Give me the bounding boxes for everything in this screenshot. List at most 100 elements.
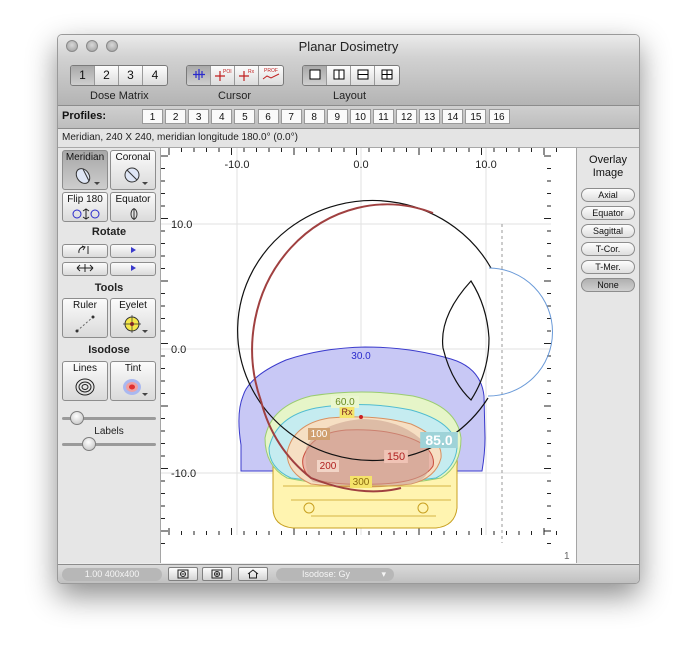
layout-four-pane-button[interactable] [375, 66, 399, 85]
equator-view-button[interactable]: Equator [110, 192, 156, 222]
profile-button-16[interactable]: 16 [488, 109, 510, 124]
planar-dosimetry-window: Planar Dosimetry 1 2 3 4 Dose Matrix POI… [57, 34, 640, 584]
overlay-option-none[interactable]: None [581, 278, 635, 292]
plot-corner-value: 1 [564, 551, 570, 562]
isodose-tint-button[interactable]: Tint [110, 361, 156, 401]
dose-matrix-option-4[interactable]: 4 [143, 66, 167, 85]
overlay-option-sagittal[interactable]: Sagittal [581, 224, 635, 238]
profile-button-2[interactable]: 2 [165, 109, 187, 124]
equator-icon [130, 208, 138, 220]
isodose-label-iso300: 300 [353, 477, 370, 488]
rotate-ccw-button[interactable] [62, 244, 108, 258]
dose-matrix-option-3[interactable]: 3 [119, 66, 143, 85]
labels-size-slider-knob[interactable] [82, 437, 96, 451]
dose-matrix-option-1[interactable]: 1 [71, 66, 95, 85]
profile-button-11[interactable]: 11 [373, 109, 394, 124]
ruler-label: Ruler [73, 300, 97, 311]
profiles-label: Profiles: [62, 110, 107, 122]
rotate-step-up-button[interactable] [110, 244, 156, 258]
dose-matrix-option-2[interactable]: 2 [95, 66, 119, 85]
status-bar: 1.00 400x400 Isodose: Gy ▾ [58, 564, 639, 583]
profile-button-15[interactable]: 15 [465, 109, 487, 124]
profile-button-14[interactable]: 14 [442, 109, 464, 124]
home-view-button[interactable] [238, 567, 268, 581]
profile-button-3[interactable]: 3 [188, 109, 210, 124]
dose-matrix-selector[interactable]: 1 2 3 4 [70, 65, 168, 86]
cursor-selector[interactable]: POI Rx PROF [186, 65, 284, 86]
flip-180-button[interactable]: Flip 180 [62, 192, 108, 222]
isodose-unit-dropdown[interactable]: Isodose: Gy ▾ [276, 568, 394, 581]
overlay-option-t-mer[interactable]: T-Mer. [581, 260, 635, 274]
x-tick-label: -10.0 [224, 159, 249, 171]
profile-button-13[interactable]: 13 [419, 109, 441, 124]
isodose-unit-value: Isodose: Gy [302, 569, 351, 579]
two-pane-icon [333, 69, 344, 80]
profile-button-9[interactable]: 9 [326, 109, 348, 124]
labels-size-slider[interactable] [62, 443, 156, 446]
zoom-out-button[interactable] [168, 567, 198, 581]
overlay-option-axial[interactable]: Axial [581, 188, 635, 202]
profile-button-6[interactable]: 6 [257, 109, 279, 124]
home-icon [247, 569, 259, 579]
overlay-image-heading: Overlay Image [577, 154, 639, 180]
x-tick-label: 0.0 [353, 159, 368, 171]
flip-icon [72, 208, 100, 220]
isodose-opacity-slider-knob[interactable] [70, 411, 84, 425]
rotate-mirror-button[interactable] [62, 262, 108, 276]
profile-button-7[interactable]: 7 [280, 109, 302, 124]
overlay-option-equator[interactable]: Equator [581, 206, 635, 220]
profile-button-8[interactable]: 8 [303, 109, 325, 124]
rotate-heading: Rotate [91, 226, 127, 238]
profile-button-1[interactable]: 1 [142, 109, 163, 124]
eyelet-tool-button[interactable]: Eyelet [110, 298, 156, 338]
rotate-step-down-button[interactable] [110, 262, 156, 276]
layout-stacked-button[interactable] [351, 66, 375, 85]
overlay-option-t-cor[interactable]: T-Cor. [581, 242, 635, 256]
flip-180-label: Flip 180 [67, 194, 103, 205]
dose-matrix-label: Dose Matrix [90, 90, 149, 102]
title-bar: Planar Dosimetry [58, 35, 639, 57]
dose-plot-area[interactable]: -10.0 0.0 10.0 10.0 0.0 -10.0 30.0 60.0 Rx 100 85… [161, 148, 576, 563]
profile-button-5[interactable]: 5 [234, 109, 256, 124]
dose-plot[interactable]: -10.0 0.0 10.010.00.0-10.0 30.060.0Rx100 85… [161, 148, 576, 563]
profile-button-12[interactable]: 12 [396, 109, 418, 124]
poi-cursor-button[interactable]: POI [211, 66, 235, 85]
toolbar: 1 2 3 4 Dose Matrix POI Rx PROF Cursor L… [58, 57, 639, 106]
tint-label: Tint [124, 363, 142, 374]
profile-button-4[interactable]: 4 [211, 109, 233, 124]
profiles-bar: Profiles: 1 2 3 4 5 6 7 8 9 10 11 12 13 14 15 16 [58, 106, 639, 129]
crosshair-icon [192, 69, 205, 80]
play-triangle-icon [131, 247, 136, 253]
ruler-tool-button[interactable]: Ruler [62, 298, 108, 338]
isodose-lines-button[interactable]: Lines [62, 361, 108, 401]
profile-cursor-button[interactable]: PROF [259, 66, 283, 85]
layout-two-pane-button[interactable] [327, 66, 351, 85]
tools-heading: Tools [94, 282, 124, 294]
coronal-view-button[interactable]: Coronal [110, 150, 156, 190]
overlay-image-panel: Overlay Image Axial Equator Sagittal T-Cor.… [576, 148, 639, 563]
zoom-in-button[interactable] [202, 567, 232, 581]
cursor-label: Cursor [218, 90, 252, 102]
profile-button-10[interactable]: 10 [349, 109, 371, 124]
rx-cursor-button[interactable]: Rx [235, 66, 259, 85]
coronal-eye-icon [124, 167, 148, 185]
layout-selector[interactable] [302, 65, 400, 86]
labels-slider-label: Labels [94, 426, 124, 437]
rx-cursor-label: Rx [248, 69, 255, 75]
chevron-down-icon: ▾ [381, 569, 386, 579]
four-pane-icon [381, 69, 393, 80]
rx-point-marker [359, 415, 363, 419]
y-tick-label: 0.0 [171, 344, 186, 356]
play-triangle-icon [131, 265, 136, 271]
meridian-view-button[interactable]: Meridian [62, 150, 108, 190]
zoom-out-icon [177, 569, 189, 579]
layout-single-button[interactable] [303, 66, 327, 85]
y-tick-label: 10.0 [171, 219, 192, 231]
left-tool-panel: Meridian Coronal Flip 180 Equator Rotate… [58, 148, 161, 563]
single-pane-icon [309, 69, 320, 80]
isodose-tint-icon [123, 379, 148, 396]
isodose-label-iso30: 30.0 [351, 351, 371, 362]
overlay-title-line1: Overlay [589, 154, 627, 166]
isodose-lines-icon [75, 378, 95, 396]
crosshair-cursor-button[interactable] [187, 66, 211, 85]
